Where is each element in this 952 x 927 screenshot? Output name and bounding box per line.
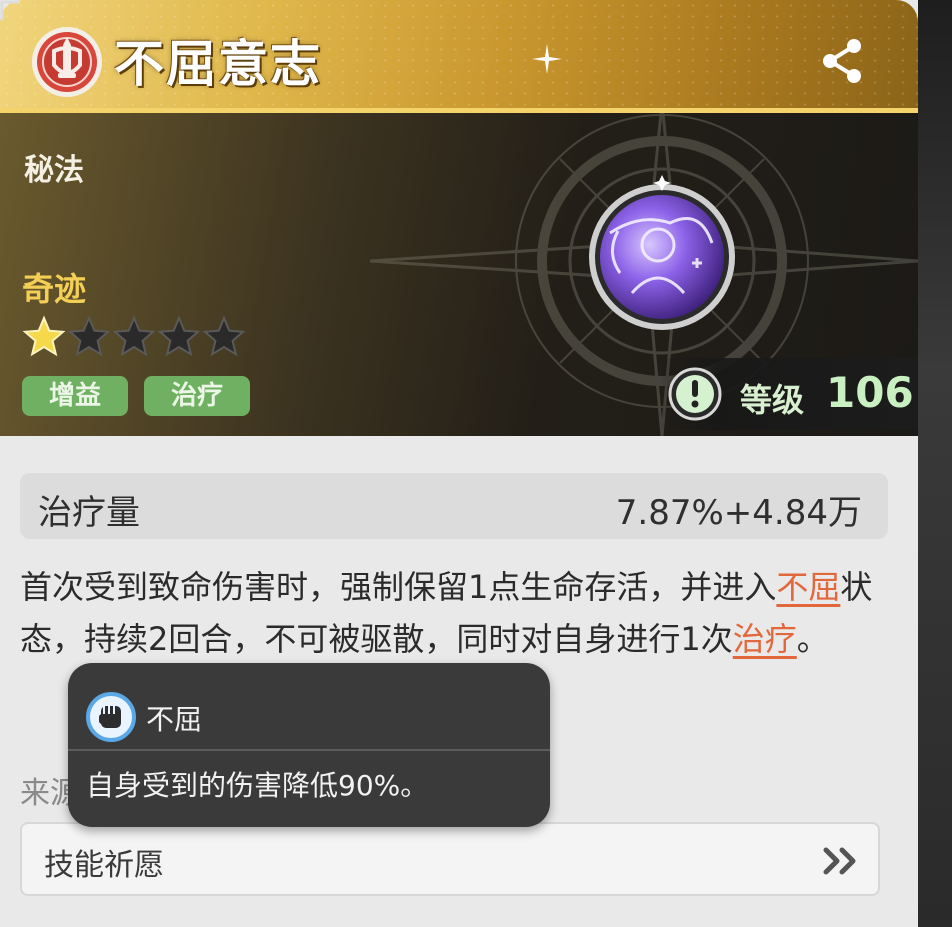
- description-text: 首次受到致命伤害时，强制保留1点生命存活，并进入: [20, 568, 777, 606]
- star-empty-icon: [202, 315, 246, 357]
- fist-icon: [86, 692, 136, 742]
- level-label: 等级: [740, 381, 805, 419]
- skill-rarity: 奇迹: [22, 270, 87, 308]
- source-item-label: 技能祈愿: [44, 848, 164, 883]
- tag-heal: 治疗: [144, 376, 250, 416]
- skill-category: 秘法: [24, 153, 84, 188]
- star-empty-icon: [112, 315, 156, 357]
- stat-value: 7.87%+4.84万: [615, 493, 862, 533]
- level-value: 106: [826, 368, 914, 417]
- skill-description: 首次受到致命伤害时，强制保留1点生命存活，并进入不屈状态，持续2回合，不可被驱散…: [20, 561, 900, 665]
- tooltip-title: 不屈: [146, 703, 203, 736]
- tooltip-body: 自身受到的伤害降低90%。: [86, 769, 429, 802]
- skill-detail-card: 不屈意志 秘法 奇迹 增益 治疗 等级 106 治疗量 7.87%+4.84万 …: [0, 0, 918, 927]
- double-chevron-right-icon: [823, 847, 856, 875]
- description-text: 。: [796, 620, 829, 658]
- star-filled-icon: [22, 315, 66, 357]
- corner-ornament-icon: [0, 0, 20, 20]
- share-icon[interactable]: [818, 36, 868, 86]
- tag-buff: 增益: [22, 376, 128, 416]
- tooltip-divider: [68, 749, 550, 751]
- sparkle-icon: [532, 44, 562, 74]
- star-empty-icon: [67, 315, 111, 357]
- keyword-unyielding[interactable]: 不屈: [776, 568, 840, 606]
- stat-label: 治疗量: [38, 493, 140, 533]
- star-rating: [22, 315, 246, 357]
- skill-title: 不屈意志: [114, 35, 322, 93]
- star-empty-icon: [157, 315, 201, 357]
- sword-shield-badge-icon: [32, 27, 102, 97]
- keyword-heal[interactable]: 治疗: [733, 620, 797, 658]
- background-edge: [918, 0, 952, 927]
- exclamation-icon[interactable]: [668, 367, 722, 421]
